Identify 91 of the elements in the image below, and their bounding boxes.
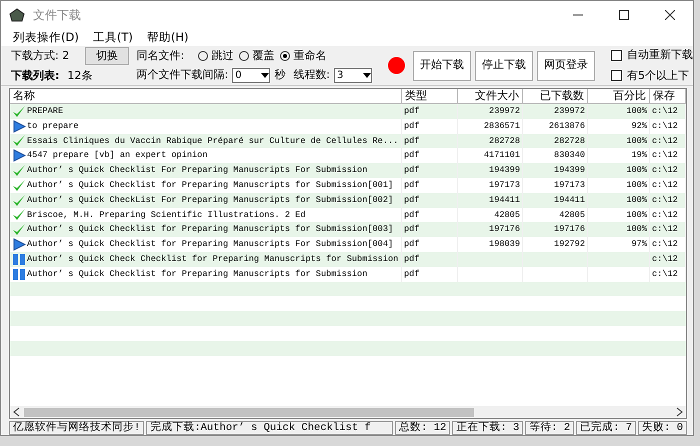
- table-cell: 100%: [588, 104, 650, 119]
- checkbox[interactable]: [611, 70, 622, 82]
- pause-icon: [12, 268, 26, 281]
- menu-item[interactable]: 工具(T): [92, 28, 133, 46]
- table-cell: c:\12: [650, 192, 686, 208]
- radio-button[interactable]: [198, 50, 208, 61]
- table-cell: 282728: [523, 134, 588, 148]
- status-text: 完成下载:Author’ s Quick Checklist f: [146, 421, 394, 435]
- table-cell: 100%: [588, 134, 650, 148]
- pause-icon: [12, 252, 26, 266]
- threads-dropdown[interactable]: 3: [334, 68, 372, 83]
- table-cell: c:\12: [650, 222, 686, 238]
- menu-item[interactable]: 帮助(H): [146, 28, 188, 46]
- status-text: 亿愿软件与网络技术同步!: [9, 421, 144, 435]
- file-name: 4547 prepare [vb] an expert opinion: [27, 149, 208, 162]
- column-header[interactable]: 保存: [650, 89, 686, 104]
- table-cell: 239972: [458, 104, 523, 119]
- caret-icon: [261, 72, 270, 78]
- radio-label: 跳过: [211, 48, 234, 64]
- threads-label: 线程数:: [293, 67, 330, 83]
- check-icon: [12, 223, 26, 236]
- table-cell: 282728: [458, 134, 523, 148]
- table-cell: c:\12: [650, 104, 686, 119]
- toolbar-button[interactable]: 网页登录: [537, 50, 595, 80]
- status-text: 正在下载: 3: [452, 421, 524, 435]
- column-header[interactable]: 名称: [10, 89, 402, 104]
- table-cell: 100%: [588, 163, 650, 178]
- table-cell: c:\12: [650, 163, 686, 178]
- download-mode-label: 下载方式: 2: [11, 48, 70, 64]
- radio-button[interactable]: [280, 50, 290, 61]
- table-cell: 100%: [588, 222, 650, 238]
- column-header[interactable]: 类型: [402, 89, 458, 104]
- table-cell: pdf: [402, 192, 458, 208]
- app-icon: [9, 8, 25, 22]
- check-icon: [12, 134, 26, 148]
- list-label: 下载列表:: [11, 68, 60, 84]
- table-cell: pdf: [402, 252, 458, 267]
- status-text: 已完成: 7: [576, 421, 636, 435]
- file-name: Briscoe, M.H. Preparing Scientific Illustrations. 2 Ed: [27, 208, 306, 222]
- status-text: 失败: 0: [638, 421, 687, 435]
- table-cell: 239972: [523, 104, 588, 119]
- maximize-icon: [619, 10, 629, 20]
- window-title: 文件下载: [33, 7, 82, 24]
- same-name-label: 同名文件:: [136, 48, 184, 64]
- table-cell: 194411: [458, 192, 523, 208]
- file-name: PREPARE: [27, 105, 64, 118]
- radio-label: 覆盖: [252, 48, 274, 64]
- file-name: Author’ s Quick Checklist for Preparing Manuscripts for Submission[003]: [27, 223, 394, 236]
- table-cell: 194399: [458, 163, 523, 178]
- checkbox-label: 自动重新下载: [627, 47, 693, 63]
- toolbar-button[interactable]: 停止下载: [475, 50, 533, 80]
- file-name: to prepare: [27, 120, 79, 133]
- caret-icon: [363, 72, 371, 78]
- table-cell: c:\12: [650, 252, 686, 267]
- switch-button[interactable]: 切换: [85, 46, 130, 65]
- table-cell: pdf: [402, 104, 458, 119]
- interval-label: 两个文件下载间隔:: [136, 67, 228, 83]
- file-name: Author’ s Quick Checklist for Preparing Manuscripts for Submission: [27, 268, 368, 281]
- close-icon: [665, 10, 675, 20]
- file-name: Author’ s Quick Checklist for Preparing Manuscripts for Submission[001]: [27, 178, 394, 192]
- interval-dropdown[interactable]: 0: [232, 68, 270, 83]
- column-header[interactable]: 已下载数: [523, 89, 588, 104]
- file-name: Author’ s Quick Checklist for Preparing Manuscripts For Submission[004]: [27, 238, 394, 252]
- menu-item[interactable]: 列表操作(D): [13, 28, 79, 46]
- file-name: Author’ s Quick Checklist For Preparing Manuscripts For Submission: [27, 164, 368, 178]
- table-cell: pdf: [402, 163, 458, 178]
- column-header[interactable]: 文件大小: [458, 89, 523, 104]
- radio-button[interactable]: [239, 50, 250, 61]
- column-header[interactable]: 百分比: [588, 89, 650, 104]
- check-icon: [12, 164, 26, 178]
- checkbox[interactable]: [611, 50, 622, 61]
- table-cell: 197176: [523, 222, 588, 238]
- checkbox-label: 有5个以上下: [627, 68, 689, 84]
- table-cell: c:\12: [650, 134, 686, 148]
- table-cell: 194411: [523, 192, 588, 208]
- seconds-label: 秒: [274, 67, 286, 83]
- toolbar-button[interactable]: 开始下载: [413, 50, 471, 80]
- status-text: 总数: 12: [395, 421, 450, 435]
- list-count: 12条: [67, 68, 92, 84]
- table-cell: pdf: [402, 222, 458, 238]
- table-cell: 197176: [458, 222, 523, 238]
- file-name: Author’ s Quick Check Checklist for Preparing Manuscripts for Submission: [27, 252, 398, 266]
- status-dot: [388, 57, 405, 74]
- table-cell: 100%: [588, 192, 650, 208]
- table-cell: 194399: [523, 163, 588, 178]
- file-name: Author’ s Quick CheckList For Preparing Manuscripts for Submission[002]: [27, 194, 394, 207]
- radio-label: 重命名: [293, 48, 326, 64]
- scrollbar-thumb[interactable]: [24, 408, 474, 416]
- table-cell: pdf: [402, 134, 458, 148]
- file-name: Essais Cliniques du Vaccin Rabique Préparé sur Culture de Cellules Re...: [27, 134, 398, 148]
- status-text: 等待: 2: [525, 421, 574, 435]
